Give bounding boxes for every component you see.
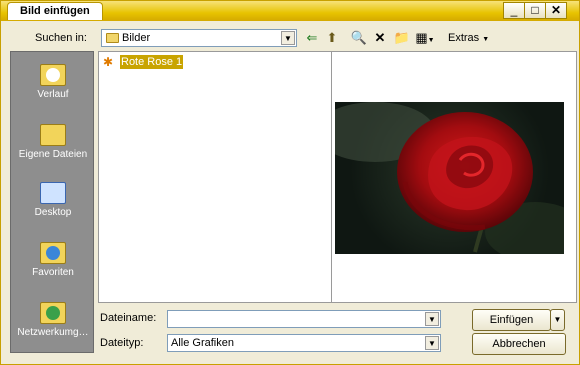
place-eigene-dateien[interactable]: Eigene Dateien [11, 124, 95, 160]
places-bar: Verlauf Eigene Dateien Desktop Favoriten… [10, 51, 94, 353]
place-label: Verlauf [37, 89, 69, 100]
insert-picture-dialog: Bild einfügen _ □ ✕ Suchen in: Bilder ▼ … [0, 0, 580, 365]
extras-menu[interactable]: Extras ▼ [448, 32, 489, 44]
filetype-select[interactable]: Alle Grafiken ▼ [167, 334, 441, 352]
title-bar: Bild einfügen _ □ ✕ [1, 1, 579, 21]
folder-icon [106, 33, 119, 43]
my-documents-icon [40, 124, 66, 146]
lookin-value: Bilder [122, 32, 151, 44]
cancel-button[interactable]: Abbrechen [472, 333, 566, 355]
file-list[interactable]: ✱ Rote Rose 1 [98, 51, 332, 303]
up-folder-icon[interactable]: ⬆ [323, 29, 341, 47]
favorites-icon [40, 242, 66, 264]
network-icon [40, 302, 66, 324]
place-label: Favoriten [32, 267, 74, 278]
views-icon[interactable]: ▦▼ [414, 29, 436, 47]
chevron-down-icon: ▼ [427, 37, 435, 44]
place-label: Netzwerkumg… [17, 327, 89, 338]
insert-options-chevron-down-icon[interactable]: ▼ [550, 309, 565, 331]
filetype-value: Alle Grafiken [171, 337, 234, 349]
new-folder-icon[interactable]: 📁 [393, 29, 411, 47]
maximize-button[interactable]: □ [524, 2, 546, 19]
lookin-label: Suchen in: [35, 32, 87, 44]
window-title: Bild einfügen [7, 2, 103, 20]
views-grid-icon: ▦ [415, 30, 428, 45]
place-verlauf[interactable]: Verlauf [11, 64, 95, 100]
history-icon [40, 64, 66, 86]
place-netzwerkumgebung[interactable]: Netzwerkumg… [11, 302, 95, 338]
chevron-down-icon[interactable]: ▼ [425, 312, 439, 326]
image-file-icon: ✱ [103, 55, 114, 69]
rose-preview-image [335, 102, 564, 254]
filetype-label: Dateityp: [100, 337, 144, 349]
insert-button[interactable]: Einfügen [472, 309, 551, 331]
lookin-combobox[interactable]: Bilder ▼ [101, 29, 297, 47]
place-favoriten[interactable]: Favoriten [11, 242, 95, 278]
close-button[interactable]: ✕ [545, 2, 567, 19]
place-label: Desktop [34, 207, 72, 218]
minimize-button[interactable]: _ [503, 2, 525, 19]
file-name: Rote Rose 1 [120, 55, 184, 69]
chevron-down-icon[interactable]: ▼ [425, 336, 439, 350]
extras-label: Extras [448, 32, 480, 44]
place-desktop[interactable]: Desktop [11, 182, 95, 218]
filename-input[interactable]: ▼ [167, 310, 441, 328]
delete-icon[interactable]: ✕ [371, 29, 389, 47]
chevron-down-icon: ▼ [482, 36, 490, 43]
place-label: Eigene Dateien [18, 149, 88, 160]
filename-label: Dateiname: [100, 312, 157, 324]
back-icon[interactable]: ⇐ [303, 29, 321, 47]
desktop-icon [40, 182, 66, 204]
search-web-icon[interactable]: 🔍 [350, 29, 368, 47]
chevron-down-icon[interactable]: ▼ [281, 31, 295, 45]
